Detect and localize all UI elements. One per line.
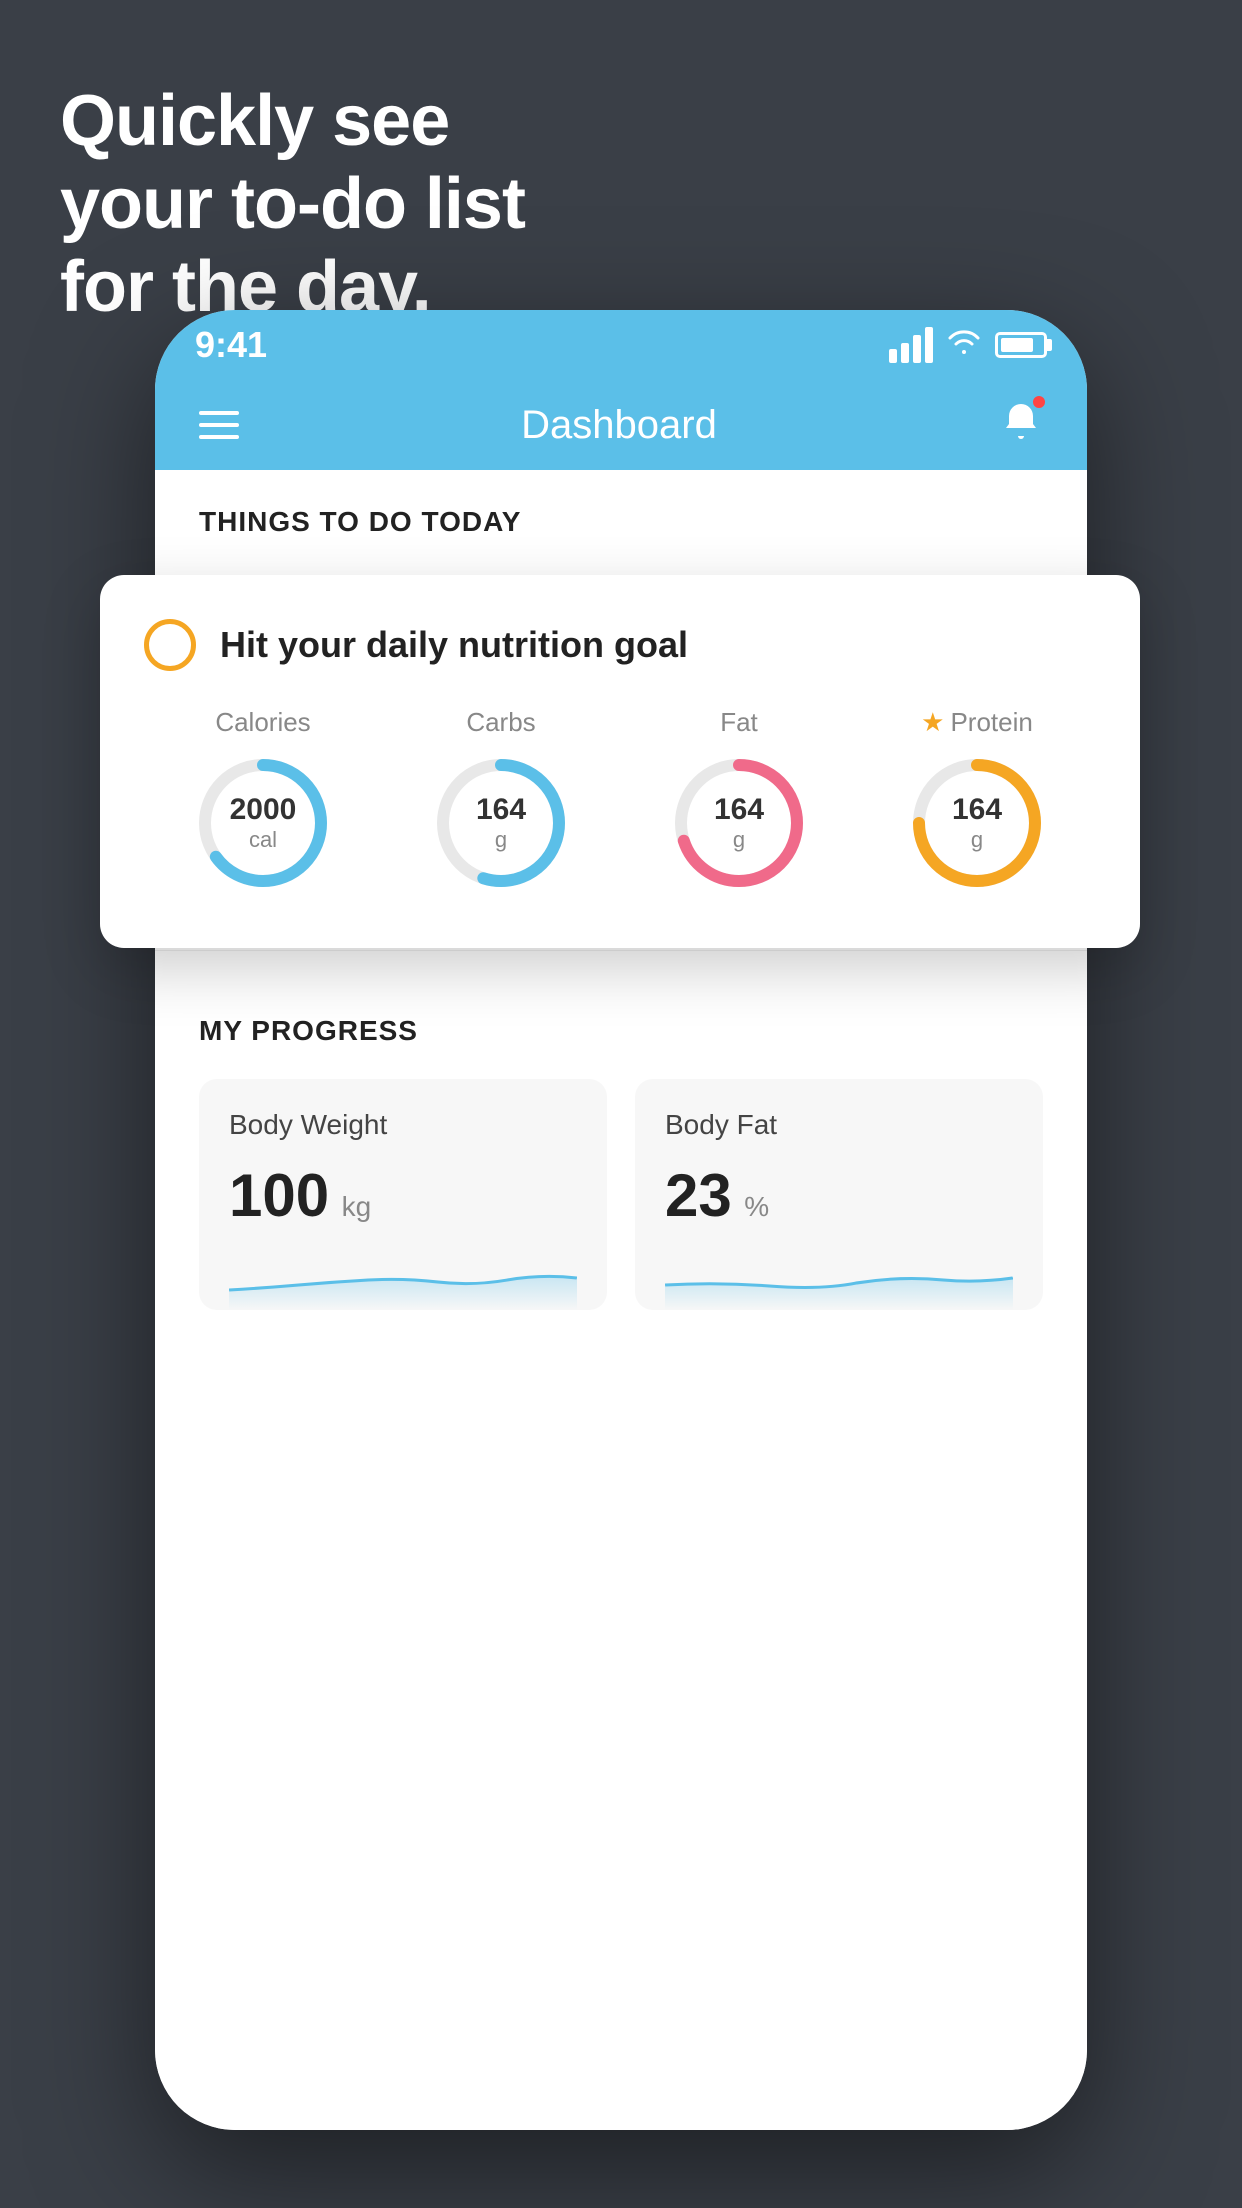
section-header: THINGS TO DO TODAY [155, 470, 1087, 558]
nutrition-row: Calories 2000 cal Carbs [144, 707, 1096, 898]
fat-label: Fat [720, 707, 758, 738]
body-weight-title: Body Weight [229, 1109, 577, 1141]
body-fat-unit: % [744, 1191, 769, 1222]
body-weight-chart [229, 1250, 577, 1310]
calories-ring: 2000 cal [188, 748, 338, 898]
body-fat-card: Body Fat 23 % [635, 1079, 1043, 1310]
nutrition-checkbox[interactable] [144, 619, 196, 671]
nutrition-fat: Fat 164 g [664, 707, 814, 898]
fat-value-center: 164 g [714, 793, 764, 853]
status-bar: 9:41 [155, 310, 1087, 380]
carbs-ring: 164 g [426, 748, 576, 898]
hero-text: Quickly see your to-do list for the day. [60, 80, 525, 328]
section-title: THINGS TO DO TODAY [199, 506, 521, 537]
nav-title: Dashboard [521, 403, 717, 448]
body-weight-card: Body Weight 100 kg [199, 1079, 607, 1310]
body-weight-value-row: 100 kg [229, 1161, 577, 1230]
progress-title: MY PROGRESS [199, 1015, 1043, 1047]
star-icon: ★ [921, 707, 944, 738]
nutrition-calories: Calories 2000 cal [188, 707, 338, 898]
notification-bell-icon[interactable] [999, 398, 1043, 453]
nav-bar: Dashboard [155, 380, 1087, 470]
body-fat-chart [665, 1250, 1013, 1310]
signal-icon [889, 327, 933, 363]
carbs-label: Carbs [466, 707, 535, 738]
notification-dot [1031, 394, 1047, 410]
nutrition-card: Hit your daily nutrition goal Calories 2… [100, 575, 1140, 948]
progress-cards: Body Weight 100 kg [199, 1079, 1043, 1310]
protein-value-center: 164 g [952, 793, 1002, 853]
carbs-value-center: 164 g [476, 793, 526, 853]
nutrition-card-title: Hit your daily nutrition goal [220, 624, 688, 666]
fat-ring: 164 g [664, 748, 814, 898]
battery-icon [995, 332, 1047, 358]
body-weight-value: 100 [229, 1162, 329, 1229]
card-header: Hit your daily nutrition goal [144, 619, 1096, 671]
body-fat-value: 23 [665, 1162, 732, 1229]
status-icons [889, 327, 1047, 364]
protein-ring: 164 g [902, 748, 1052, 898]
status-time: 9:41 [195, 324, 267, 366]
hamburger-menu[interactable] [199, 411, 239, 439]
body-fat-value-row: 23 % [665, 1161, 1013, 1230]
nutrition-carbs: Carbs 164 g [426, 707, 576, 898]
nutrition-protein: ★ Protein 164 g [902, 707, 1052, 898]
body-weight-unit: kg [342, 1191, 372, 1222]
calories-value-center: 2000 cal [230, 793, 297, 853]
protein-label: ★ Protein [921, 707, 1033, 738]
progress-section: MY PROGRESS Body Weight 100 kg [155, 971, 1087, 1310]
body-fat-title: Body Fat [665, 1109, 1013, 1141]
wifi-icon [947, 327, 981, 364]
calories-label: Calories [215, 707, 310, 738]
